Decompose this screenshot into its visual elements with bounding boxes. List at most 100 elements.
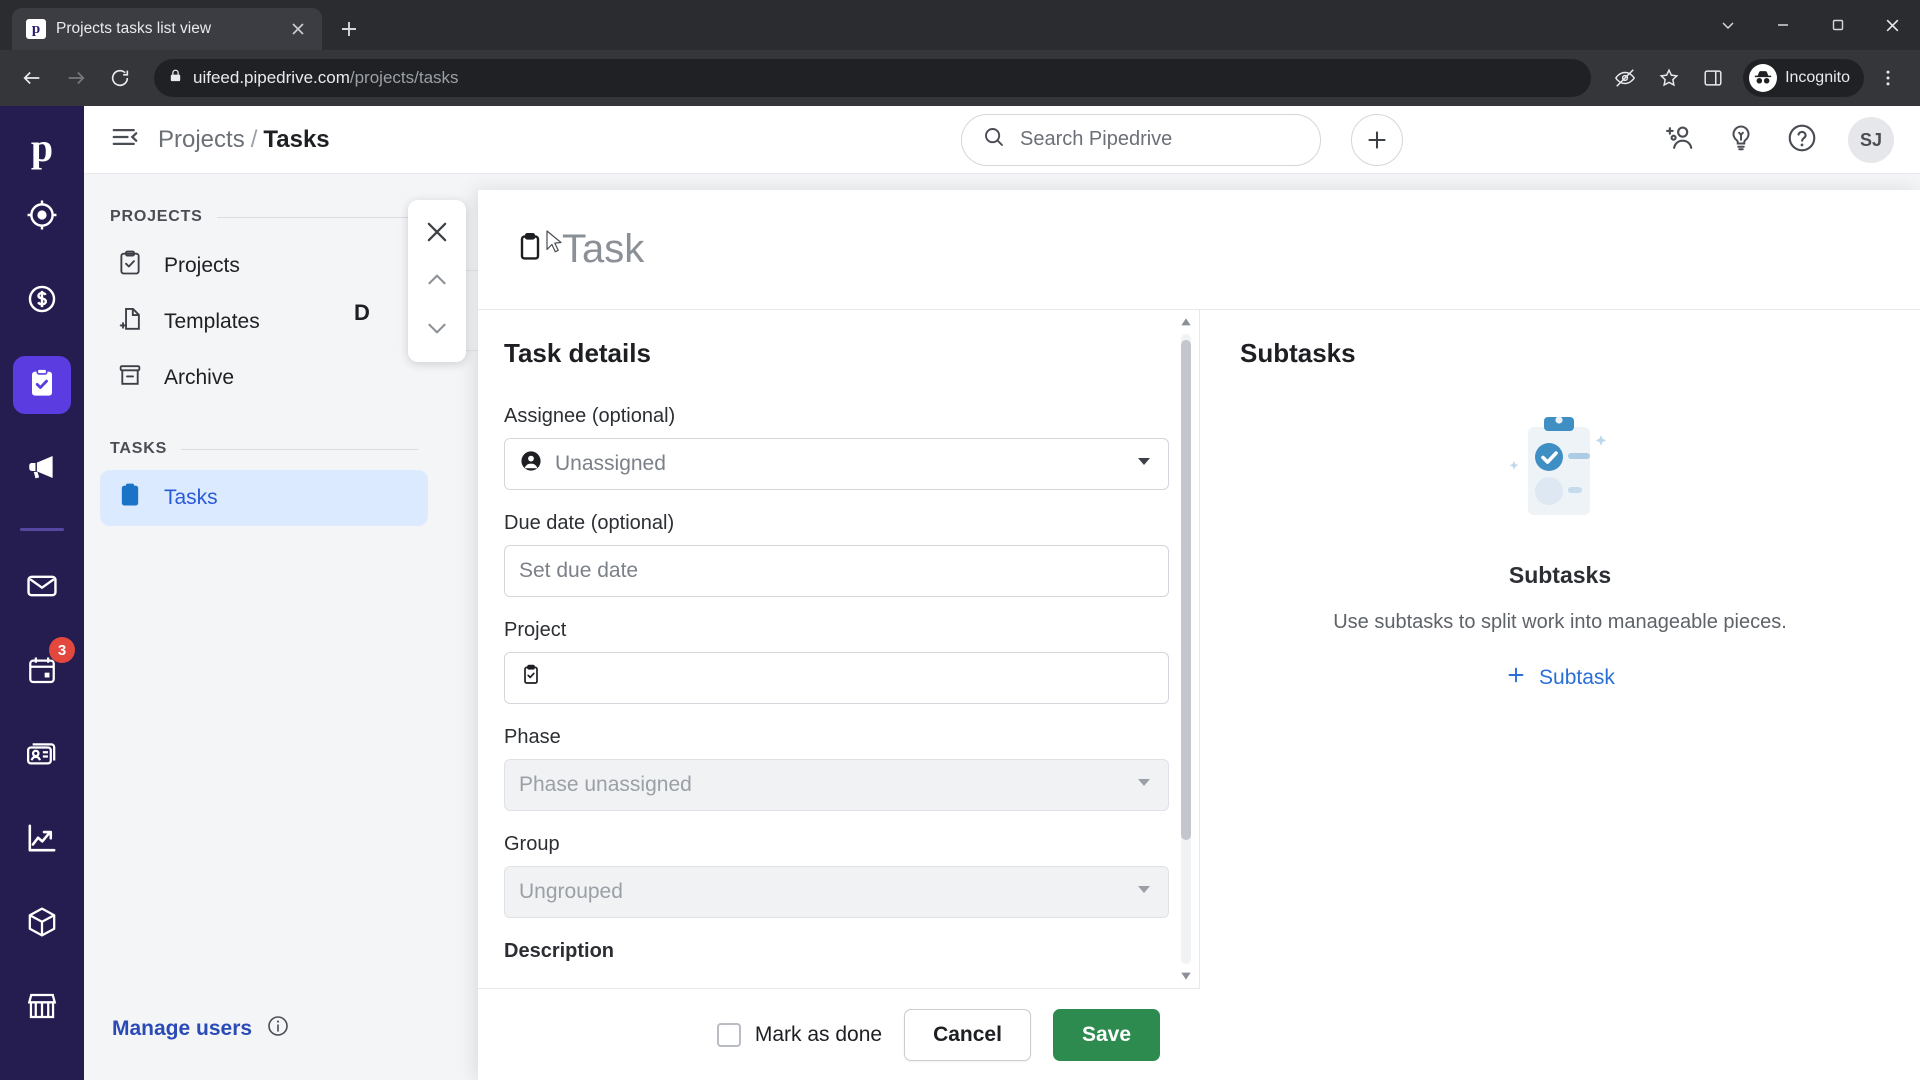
sidebar-item-label: Tasks [164,486,218,509]
plus-icon [1505,664,1527,692]
mark-as-done-row[interactable]: Mark as done [716,1022,882,1047]
pipedrive-logo-icon[interactable]: p [18,124,66,172]
close-window-icon[interactable] [1865,0,1920,50]
save-button[interactable]: Save [1052,1008,1160,1061]
breadcrumb-separator: / [250,125,258,153]
section-label-text: TASKS [110,440,168,457]
collapse-sidebar-icon[interactable] [110,122,140,157]
sidebar-item-deals[interactable] [13,272,71,330]
manage-users-label: Manage users [112,1017,253,1040]
sidebar-item-templates-link[interactable]: Templates [100,294,428,350]
scroll-down-icon[interactable] [1179,968,1193,982]
address-bar[interactable]: uifeed.pipedrive.com/projects/tasks [154,59,1592,97]
tracking-protection-icon[interactable] [1605,58,1645,98]
subtasks-empty-state: Subtasks Use subtasks to split work into… [1240,409,1880,692]
user-circle-icon [519,449,543,479]
modal-footer: Mark as done Cancel Save [478,988,1200,1080]
sidebar-item-leads[interactable] [13,188,71,246]
sidebar-item-projects[interactable] [13,356,71,414]
sidebar-item-calendar[interactable]: 3 [13,637,75,701]
sidebar-item-insights[interactable] [13,811,71,869]
incognito-icon [1749,64,1778,92]
phase-value: Phase unassigned [519,773,692,796]
forward-button[interactable] [56,58,96,98]
browser-tab[interactable]: p Projects tasks list view [12,8,322,50]
task-details-heading: Task details [504,338,651,368]
sidebar-item-marketplace[interactable] [13,979,71,1037]
cancel-button[interactable]: Cancel [904,1008,1031,1061]
new-tab-button[interactable] [332,12,366,46]
rail-divider [20,528,64,531]
mark-as-done-checkbox[interactable] [716,1022,741,1047]
section-rule [216,216,418,218]
project-input[interactable] [504,652,1169,704]
phase-select[interactable]: Phase unassigned [504,759,1169,811]
sidebar-item-products[interactable] [13,895,71,953]
sidebar-item-projects-link[interactable]: Projects [100,238,428,294]
assignee-label: Assignee (optional) [504,405,676,427]
subtasks-empty-heading: Subtasks [1508,562,1612,588]
record-navigation-controls [408,200,466,362]
reload-button[interactable] [100,58,140,98]
add-subtask-label: Subtask [1539,666,1615,689]
whats-new-bulb-icon[interactable] [1726,123,1756,158]
sidebar-section-tasks-label: TASKS [84,440,444,458]
tab-close-icon[interactable] [286,17,310,41]
minimize-icon[interactable] [1755,0,1810,50]
group-select[interactable]: Ungrouped [504,866,1169,918]
invite-user-icon[interactable] [1664,122,1696,159]
sidebar-item-archive-link[interactable]: Archive [100,350,428,406]
archive-icon [116,361,144,395]
products-box-icon [25,905,59,944]
search-placeholder: Search Pipedrive [1020,128,1173,150]
manage-users-link[interactable]: Manage users [84,1014,444,1044]
assignee-select[interactable]: Unassigned [504,438,1169,490]
search-icon [982,125,1006,155]
campaigns-megaphone-icon [25,450,59,489]
close-modal-button[interactable] [413,208,461,256]
due-date-field: Due date (optional) Set due date [504,512,1169,597]
breadcrumb: Projects / Tasks [158,126,330,154]
quick-add-button[interactable] [1351,113,1403,166]
due-date-value: Set due date [519,559,639,582]
address-bar-url: uifeed.pipedrive.com/projects/tasks [193,68,459,87]
project-label: Project [504,619,567,641]
tab-search-chevron-icon[interactable] [1700,0,1755,50]
subtasks-heading: Subtasks [1240,338,1356,368]
user-avatar[interactable]: SJ [1848,117,1894,163]
profile-incognito-button[interactable]: Incognito [1743,59,1864,97]
marketplace-store-icon [25,989,59,1028]
next-record-button[interactable] [413,304,461,352]
sidebar-item-label: Projects [164,254,240,277]
sidebar-item-campaigns[interactable] [13,440,71,498]
maximize-icon[interactable] [1810,0,1865,50]
form-scrollbar-thumb[interactable] [1181,340,1191,840]
breadcrumb-current: Tasks [263,125,330,153]
search-input[interactable]: Search Pipedrive [961,113,1321,166]
previous-record-button[interactable] [413,256,461,304]
assignee-value: Unassigned [555,452,666,475]
back-button[interactable] [12,58,52,98]
side-panel-icon[interactable] [1693,58,1733,98]
subtasks-empty-description: Use subtasks to split work into manageab… [1333,611,1787,633]
sidebar-item-tasks-link[interactable]: Tasks [100,470,428,526]
info-icon[interactable] [266,1014,290,1044]
breadcrumb-parent[interactable]: Projects [158,126,245,153]
due-date-input[interactable]: Set due date [504,545,1169,597]
clipboard-check-icon [519,663,543,693]
project-field: Project [504,619,1169,704]
add-subtask-button[interactable]: Subtask [1505,664,1615,692]
clipboard-filled-icon [116,481,144,515]
bookmark-star-icon[interactable] [1649,58,1689,98]
scroll-up-icon[interactable] [1179,316,1193,330]
browser-tabstrip: p Projects tasks list view [0,0,1920,50]
browser-toolbar: uifeed.pipedrive.com/projects/tasks Inco… [0,50,1920,106]
chrome-menu-icon[interactable] [1868,58,1908,98]
file-plus-icon [116,305,144,339]
sidebar-item-contacts[interactable] [13,727,71,785]
help-icon[interactable] [1786,122,1818,159]
section-label-text: PROJECTS [110,208,203,225]
sidebar-item-mail[interactable] [13,559,71,617]
group-field: Group Ungrouped [504,833,1169,918]
task-title-input[interactable]: Task [562,227,644,272]
